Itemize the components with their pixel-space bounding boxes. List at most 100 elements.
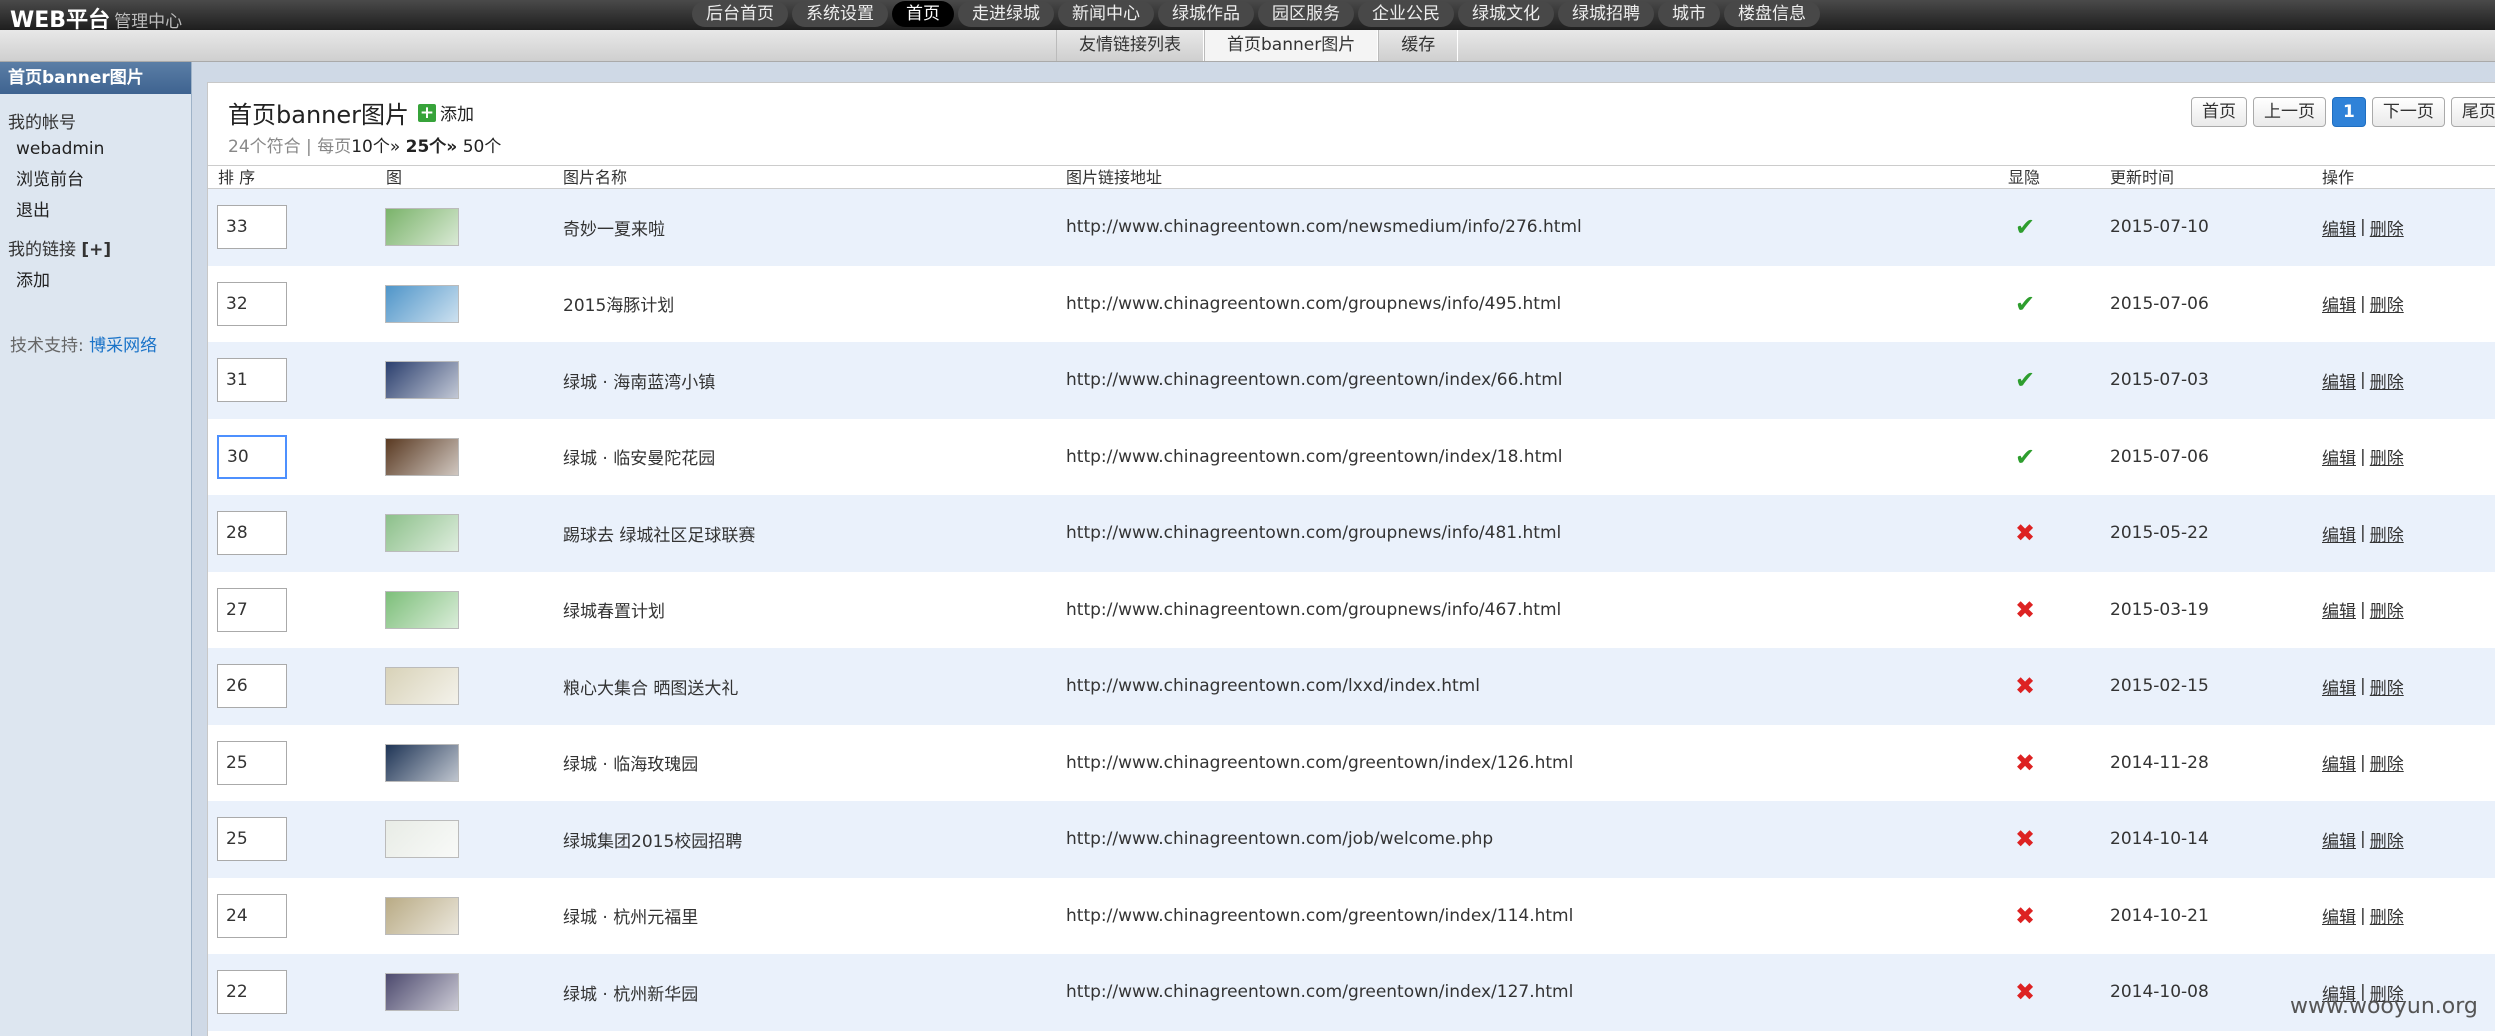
top-nav-item[interactable]: 园区服务 <box>1258 1 1354 27</box>
check-icon[interactable]: ✔ <box>2015 443 2035 471</box>
order-cell <box>217 878 287 955</box>
banner-thumbnail[interactable] <box>385 514 459 553</box>
delete-link[interactable]: 删除 <box>2370 674 2404 699</box>
meta-separator: | <box>306 137 312 157</box>
banner-thumbnail[interactable] <box>385 590 459 629</box>
delete-link[interactable]: 删除 <box>2370 750 2404 775</box>
name-cell: 绿城 · 杭州新华园 <box>563 984 699 1005</box>
top-nav-item[interactable]: 首页 <box>892 1 954 27</box>
name-cell: 粮心大集合 晒图送大礼 <box>563 678 739 699</box>
visible-cell: ✖ <box>2015 878 2035 955</box>
edit-link[interactable]: 编辑 <box>2322 215 2356 240</box>
banner-thumbnail[interactable] <box>385 437 459 476</box>
delete-link[interactable]: 删除 <box>2370 827 2404 852</box>
cross-icon[interactable]: ✖ <box>2015 519 2035 547</box>
sidebar-account-link[interactable]: 退出 <box>0 196 191 221</box>
pager-next[interactable]: 下一页 <box>2371 97 2445 127</box>
top-nav-item[interactable]: 系统设置 <box>792 1 888 27</box>
cross-icon[interactable]: ✖ <box>2015 596 2035 624</box>
top-nav-item[interactable]: 绿城文化 <box>1458 1 1554 27</box>
top-nav-item[interactable]: 企业公民 <box>1358 1 1454 27</box>
sub-tab[interactable]: 首页banner图片 <box>1204 30 1379 61</box>
edit-link[interactable]: 编辑 <box>2322 903 2356 928</box>
delete-link[interactable]: 删除 <box>2370 291 2404 316</box>
check-icon[interactable]: ✔ <box>2015 290 2035 318</box>
visible-cell: ✖ <box>2015 725 2035 802</box>
top-nav-item[interactable]: 城市 <box>1658 1 1720 27</box>
banner-thumbnail[interactable] <box>385 820 459 859</box>
order-input[interactable] <box>217 358 287 403</box>
delete-link[interactable]: 删除 <box>2370 521 2404 546</box>
edit-link[interactable]: 编辑 <box>2322 674 2356 699</box>
sidebar-account-link[interactable]: webadmin <box>0 139 191 159</box>
edit-link[interactable]: 编辑 <box>2322 291 2356 316</box>
edit-link[interactable]: 编辑 <box>2322 368 2356 393</box>
check-icon[interactable]: ✔ <box>2015 366 2035 394</box>
top-nav-item[interactable]: 后台首页 <box>692 1 788 27</box>
name-cell: 奇妙一夏来啦 <box>563 219 665 240</box>
ops-separator: | <box>2360 293 2366 314</box>
banner-thumbnail[interactable] <box>385 743 459 782</box>
order-input[interactable] <box>217 740 287 785</box>
edit-link[interactable]: 编辑 <box>2322 597 2356 622</box>
pager-last[interactable]: 尾页 <box>2450 97 2495 127</box>
delete-link[interactable]: 删除 <box>2370 903 2404 928</box>
edit-link[interactable]: 编辑 <box>2322 750 2356 775</box>
per-page-50[interactable]: 50个 <box>463 137 502 157</box>
ops-cell: 编辑 | 删除 <box>2322 648 2404 725</box>
top-nav-item[interactable]: 绿城招聘 <box>1558 1 1654 27</box>
add-button[interactable]: + 添加 <box>418 100 474 125</box>
banner-thumbnail[interactable] <box>385 667 459 706</box>
top-nav-item[interactable]: 绿城作品 <box>1158 1 1254 27</box>
banner-thumbnail[interactable] <box>385 208 459 247</box>
order-input[interactable] <box>217 434 287 479</box>
name-cell: 踢球去 绿城社区足球联赛 <box>563 525 756 546</box>
order-input[interactable] <box>217 281 287 326</box>
check-icon[interactable]: ✔ <box>2015 213 2035 241</box>
pager-current[interactable]: 1 <box>2332 97 2366 127</box>
order-input[interactable] <box>217 893 287 938</box>
cross-icon[interactable]: ✖ <box>2015 902 2035 930</box>
banner-thumbnail[interactable] <box>385 361 459 400</box>
order-input[interactable] <box>217 511 287 556</box>
sidebar-links-item[interactable]: 添加 <box>0 266 191 291</box>
sub-tab[interactable]: 缓存 <box>1378 30 1459 61</box>
sidebar-links-add-toggle[interactable]: [+] <box>81 240 111 260</box>
top-nav-item[interactable]: 新闻中心 <box>1058 1 1154 27</box>
banner-thumbnail[interactable] <box>385 896 459 935</box>
sidebar-account-link[interactable]: 浏览前台 <box>0 165 191 190</box>
support-link[interactable]: 博采网络 <box>89 336 157 356</box>
per-page-25[interactable]: 25个» <box>406 137 458 157</box>
pager-first[interactable]: 首页 <box>2191 97 2247 127</box>
order-input[interactable] <box>217 205 287 250</box>
ops-cell: 编辑 | 删除 <box>2322 725 2404 802</box>
url-cell: http://www.chinagreentown.com/greentown/… <box>1066 446 1563 467</box>
delete-link[interactable]: 删除 <box>2370 368 2404 393</box>
order-input[interactable] <box>217 970 287 1015</box>
updated-cell: 2014-10-21 <box>2110 905 2209 926</box>
table-row: 奇妙一夏来啦 http://www.chinagreentown.com/news… <box>208 189 2495 266</box>
top-nav-item[interactable]: 走进绿城 <box>958 1 1054 27</box>
per-page-10[interactable]: 10个» <box>351 137 400 157</box>
pager-prev[interactable]: 上一页 <box>2253 97 2326 127</box>
order-input[interactable] <box>217 817 287 862</box>
visible-cell: ✔ <box>2015 342 2035 419</box>
delete-link[interactable]: 删除 <box>2370 215 2404 240</box>
order-input[interactable] <box>217 587 287 632</box>
cross-icon[interactable]: ✖ <box>2015 825 2035 853</box>
edit-link[interactable]: 编辑 <box>2322 827 2356 852</box>
delete-link[interactable]: 删除 <box>2370 444 2404 469</box>
banner-thumbnail[interactable] <box>385 284 459 323</box>
top-nav-item[interactable]: 楼盘信息 <box>1724 1 1820 27</box>
cross-icon[interactable]: ✖ <box>2015 749 2035 777</box>
sub-tab[interactable]: 友情链接列表 <box>1056 30 1204 61</box>
edit-link[interactable]: 编辑 <box>2322 444 2356 469</box>
cross-icon[interactable]: ✖ <box>2015 978 2035 1006</box>
order-input[interactable] <box>217 664 287 709</box>
delete-link[interactable]: 删除 <box>2370 597 2404 622</box>
edit-link[interactable]: 编辑 <box>2322 521 2356 546</box>
banner-thumbnail[interactable] <box>385 973 459 1012</box>
watermark: www.wooyun.org <box>2290 994 2478 1019</box>
cross-icon[interactable]: ✖ <box>2015 672 2035 700</box>
url-cell: http://www.chinagreentown.com/greentown/… <box>1066 905 1574 926</box>
